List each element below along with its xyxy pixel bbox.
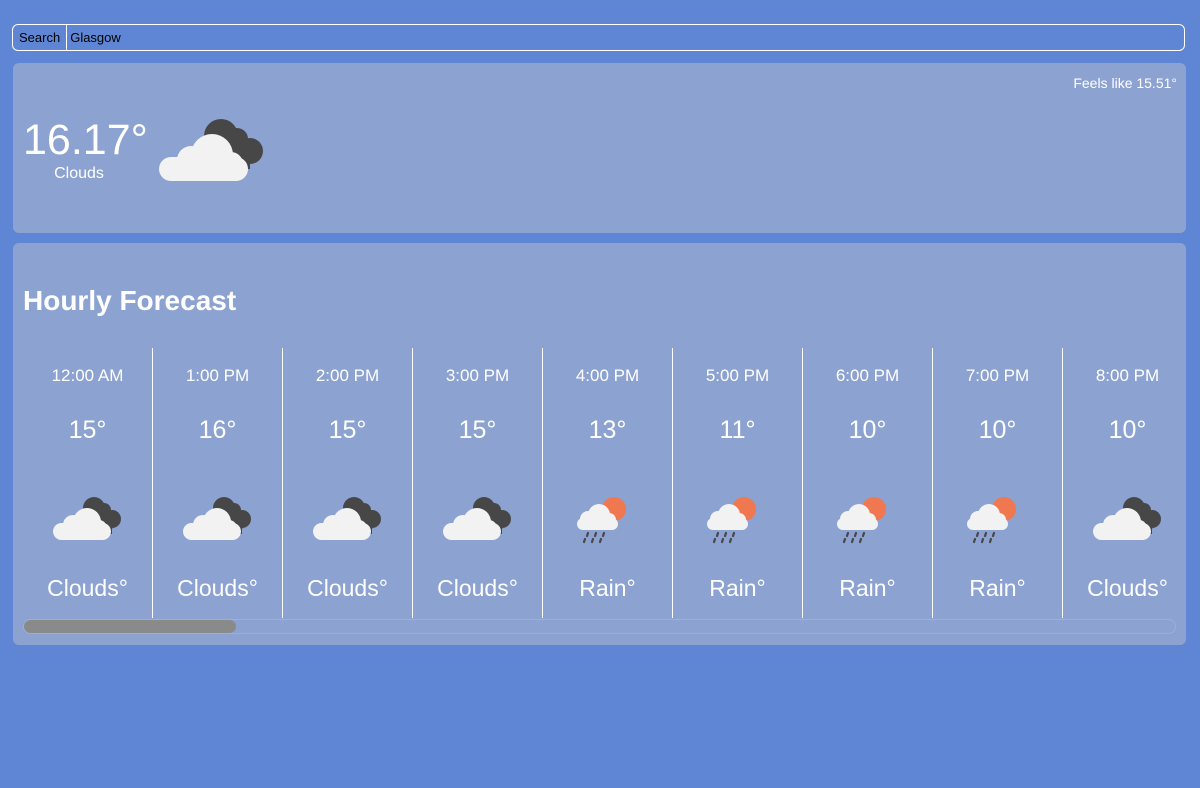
hour-description: Rain° bbox=[709, 575, 766, 601]
hour-temperature: 13° bbox=[588, 416, 627, 444]
search-input[interactable] bbox=[67, 25, 1184, 50]
rain-sun-icon bbox=[832, 493, 904, 552]
hour-time: 8:00 PM bbox=[1095, 366, 1160, 385]
hour-temperature: 10° bbox=[978, 416, 1017, 444]
hour-temperature: 11° bbox=[719, 416, 756, 444]
rain-sun-icon bbox=[572, 493, 644, 552]
search-button[interactable]: Search bbox=[13, 25, 68, 50]
hour-description: Rain° bbox=[969, 575, 1026, 601]
clouds-icon bbox=[1092, 493, 1164, 548]
hour-time: 4:00 PM bbox=[575, 366, 640, 385]
hour-temperature: 10° bbox=[848, 416, 887, 444]
hour-time: 3:00 PM bbox=[445, 366, 510, 385]
hour-description: Clouds° bbox=[1087, 575, 1168, 601]
hour-time: 12:00 AM bbox=[51, 366, 124, 385]
hourly-item: 4:00 PM 13° Rain° bbox=[543, 348, 673, 618]
hourly-item: 2:00 PM 15° Clouds° bbox=[283, 348, 413, 618]
hourly-item: 5:00 PM 11° Rain° bbox=[673, 348, 803, 618]
hour-temperature: 16° bbox=[198, 416, 237, 444]
hour-time: 6:00 PM bbox=[835, 366, 900, 385]
hour-temperature: 15° bbox=[328, 416, 367, 444]
hourly-forecast-list[interactable]: 12:00 AM 15° Clouds° 1:00 PM 16° Clouds° bbox=[23, 348, 1177, 618]
hour-description: Clouds° bbox=[177, 575, 258, 601]
hourly-forecast-title: Hourly Forecast bbox=[23, 285, 237, 316]
current-temperature: 16.17° bbox=[23, 116, 148, 164]
hourly-item: 3:00 PM 15° Clouds° bbox=[413, 348, 543, 618]
search-bar: Search bbox=[12, 24, 1185, 51]
hour-description: Clouds° bbox=[307, 575, 388, 601]
horizontal-scrollbar[interactable] bbox=[23, 619, 1176, 634]
hour-time: 7:00 PM bbox=[965, 366, 1030, 385]
rain-sun-icon bbox=[702, 493, 774, 552]
current-weather-panel: Feels like 15.51° 16.17° Clouds bbox=[13, 63, 1186, 233]
hourly-item: 8:00 PM 10° Clouds° bbox=[1063, 348, 1177, 618]
hourly-item: 6:00 PM 10° Rain° bbox=[803, 348, 933, 618]
hour-description: Clouds° bbox=[47, 575, 128, 601]
clouds-icon bbox=[312, 493, 384, 548]
clouds-icon bbox=[52, 493, 124, 548]
hour-description: Clouds° bbox=[437, 575, 518, 601]
feels-like-label: Feels like 15.51° bbox=[1073, 75, 1177, 91]
rain-sun-icon bbox=[962, 493, 1034, 552]
clouds-icon bbox=[442, 493, 514, 548]
hour-description: Rain° bbox=[579, 575, 636, 601]
hour-temperature: 15° bbox=[68, 416, 107, 444]
hourly-forecast-panel: Hourly Forecast 12:00 AM 15° Clouds° 1:0… bbox=[13, 243, 1186, 645]
hour-description: Rain° bbox=[839, 575, 896, 601]
hourly-item: 7:00 PM 10° Rain° bbox=[933, 348, 1063, 618]
scrollbar-thumb[interactable] bbox=[24, 620, 236, 633]
current-description: Clouds bbox=[54, 165, 104, 182]
hour-time: 2:00 PM bbox=[315, 366, 380, 385]
hour-time: 1:00 PM bbox=[185, 366, 250, 385]
hour-temperature: 15° bbox=[458, 416, 497, 444]
hour-time: 5:00 PM bbox=[705, 366, 770, 385]
hourly-item: 1:00 PM 16° Clouds° bbox=[153, 348, 283, 618]
clouds-icon bbox=[158, 113, 268, 188]
hour-temperature: 10° bbox=[1108, 416, 1147, 444]
hourly-item: 12:00 AM 15° Clouds° bbox=[23, 348, 153, 618]
clouds-icon bbox=[182, 493, 254, 548]
